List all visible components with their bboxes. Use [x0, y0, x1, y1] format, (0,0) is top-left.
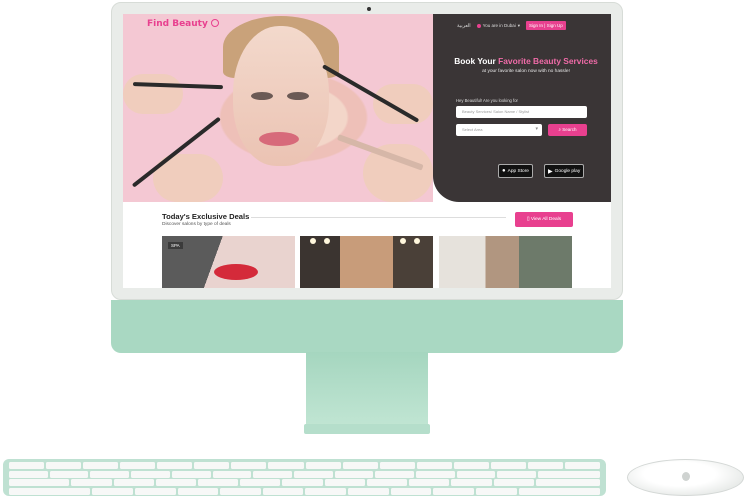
- hero-eye-right: [287, 92, 309, 100]
- deal-image: [214, 264, 258, 280]
- top-nav: العربية You are in Dubai ▾ Sign In | Sign…: [457, 21, 566, 30]
- keyboard: [3, 459, 606, 496]
- signin-button[interactable]: Sign In | Sign Up: [526, 21, 566, 30]
- imac-stand: [306, 352, 428, 430]
- hero-lips: [259, 132, 299, 146]
- location-selector[interactable]: You are in Dubai ▾: [476, 22, 521, 29]
- area-select[interactable]: Select Area ▾: [456, 124, 542, 136]
- location-pin-icon: [476, 23, 481, 28]
- chevron-down-icon: ▾: [535, 126, 538, 132]
- hero-hand: [123, 74, 183, 114]
- spa-badge: SPA: [168, 242, 183, 249]
- scene: Find Beauty العربية You are in Dubai ▾ Si…: [0, 0, 745, 502]
- search-icon: ⌕: [558, 127, 561, 132]
- deals-title: Today's Exclusive Deals: [162, 212, 250, 221]
- hero-eye-left: [251, 92, 273, 100]
- play-icon: ▶: [548, 168, 553, 175]
- imac-chin: [111, 300, 623, 353]
- deals-subtitle: Discover salons by type of deals: [162, 222, 231, 227]
- mouse: [627, 459, 744, 496]
- website-screen: Find Beauty العربية You are in Dubai ▾ Si…: [123, 14, 611, 288]
- light-bulb: [414, 238, 420, 244]
- view-all-deals-button[interactable]: ▯ View All Deals: [515, 212, 573, 227]
- deal-card[interactable]: SPA: [162, 236, 295, 288]
- light-bulb: [400, 238, 406, 244]
- tag-icon: ▯: [526, 217, 530, 222]
- light-bulb: [324, 238, 330, 244]
- hero-headline: Book Your Favorite Beauty Services: [454, 56, 598, 66]
- magnifier-icon: [210, 19, 219, 27]
- apple-icon: ●: [502, 168, 506, 174]
- keyboard-row: [9, 479, 601, 486]
- search-button[interactable]: ⌕ Search: [548, 124, 587, 136]
- deal-card[interactable]: [300, 236, 433, 288]
- light-bulb: [310, 238, 316, 244]
- imac-stand-foot: [304, 424, 430, 434]
- hero-hand: [373, 84, 433, 124]
- camera-icon: [367, 7, 371, 11]
- google-play-badge[interactable]: ▶ Google play: [544, 164, 585, 178]
- deal-card[interactable]: [439, 236, 572, 288]
- search-prompt: Hey Beautiful! Are you looking for: [456, 98, 518, 103]
- logo[interactable]: Find Beauty: [147, 19, 219, 29]
- hero-subline: at your favorite salon now with no hassl…: [482, 69, 570, 74]
- service-search-input[interactable]: Beauty Services/ Salon Name / Stylist: [456, 106, 587, 118]
- chevron-down-icon: ▾: [517, 22, 521, 28]
- divider: [251, 217, 506, 218]
- language-link[interactable]: العربية: [457, 23, 471, 29]
- keyboard-row: [9, 487, 600, 495]
- apple-logo-icon: [682, 472, 690, 481]
- keyboard-row: [9, 470, 601, 478]
- keyboard-row: [9, 462, 600, 469]
- location-label: You are in Dubai: [482, 23, 516, 28]
- hero-image: [123, 14, 433, 202]
- app-store-badge[interactable]: ● App Store: [498, 164, 533, 178]
